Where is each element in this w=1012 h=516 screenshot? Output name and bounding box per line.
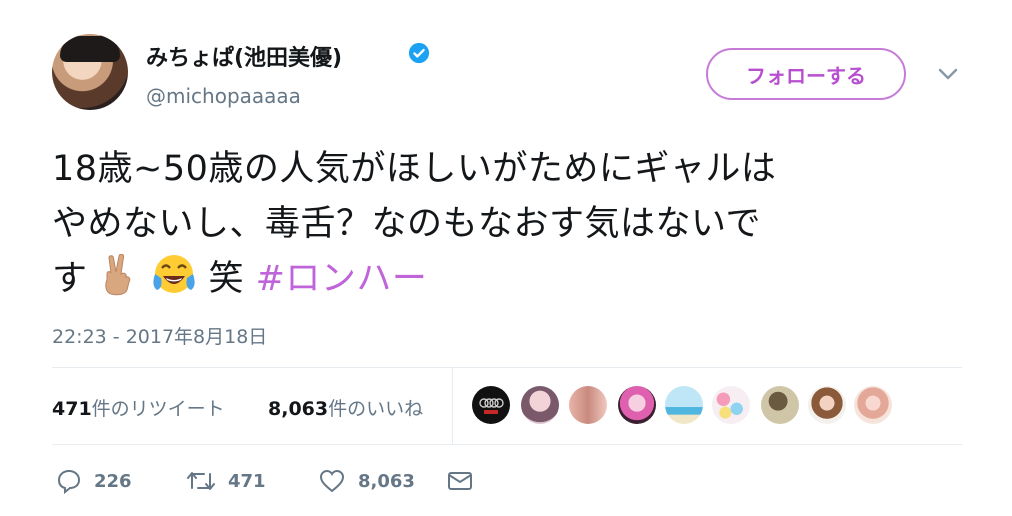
reply-count: 226	[94, 470, 132, 492]
divider	[52, 444, 962, 445]
heart-icon	[319, 469, 345, 493]
tweet-line: す 笑 #ロンハー	[52, 252, 952, 313]
liker-avatar[interactable]	[569, 386, 607, 424]
tweet-text: 18歳~50歳の人気がほしいがためにギャルは やめないし、毒舌？なのもなおす気は…	[52, 142, 952, 313]
liker-avatar[interactable]	[618, 386, 656, 424]
retweet-button[interactable]: 471	[186, 466, 266, 496]
tweet-text-fragment: 笑	[208, 259, 244, 299]
victory-hand-icon	[99, 253, 139, 313]
reply-icon	[57, 469, 81, 494]
liker-avatar[interactable]	[521, 386, 559, 424]
liker-avatar[interactable]	[808, 386, 846, 424]
mail-icon	[448, 472, 472, 490]
liker-avatar[interactable]	[761, 386, 799, 424]
tweet-line: 18歳~50歳の人気がほしいがためにギャルは	[52, 149, 777, 189]
liker-avatar[interactable]	[854, 386, 892, 424]
tweet-line: やめないし、毒舌？なのもなおす気はないで	[52, 204, 761, 244]
like-action-count: 8,063	[358, 470, 415, 492]
retweet-icon	[187, 472, 215, 490]
verified-icon	[408, 42, 430, 64]
retweet-action-count: 471	[228, 470, 266, 492]
author-display-name[interactable]: みちょぱ(池田美優)	[146, 40, 342, 72]
follow-button[interactable]: フォローする	[706, 48, 906, 100]
reply-button[interactable]: 226	[56, 466, 132, 496]
divider	[52, 367, 962, 368]
chevron-down-icon[interactable]	[936, 64, 960, 84]
direct-message-button[interactable]	[446, 466, 486, 496]
retweet-count: 471	[52, 398, 92, 420]
like-label: 件のいいね	[328, 398, 424, 420]
author-avatar[interactable]	[52, 34, 128, 110]
retweet-label: 件のリツイート	[91, 398, 225, 420]
hashtag-link[interactable]: #ロンハー	[256, 259, 428, 299]
author-handle[interactable]: @michopaaaaa	[146, 84, 301, 108]
tweet-timestamp[interactable]: 22:23 - 2017年8月18日	[52, 322, 267, 349]
liker-avatar[interactable]	[472, 386, 510, 424]
like-stats[interactable]: 8,063件のいいね	[268, 394, 423, 421]
liker-avatar[interactable]	[665, 386, 703, 424]
tears-of-joy-icon	[151, 252, 197, 313]
retweet-stats[interactable]: 471件のリツイート	[52, 394, 225, 421]
like-button[interactable]: 8,063	[318, 466, 415, 496]
stats-separator	[452, 367, 453, 444]
liker-avatar[interactable]	[712, 386, 750, 424]
tweet-text-fragment: す	[52, 259, 88, 299]
like-count: 8,063	[268, 398, 329, 420]
